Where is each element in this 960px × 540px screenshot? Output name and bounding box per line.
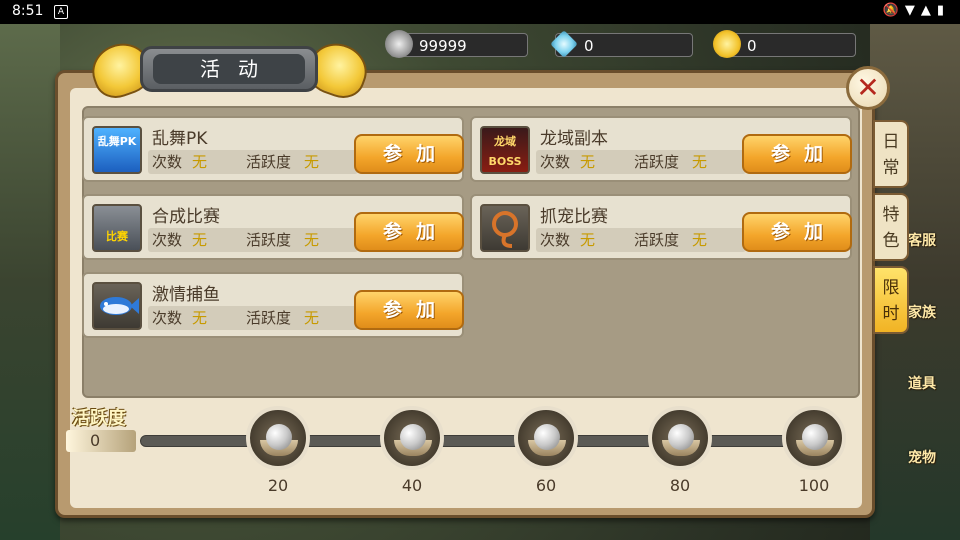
activity-points-value: 无 [692, 153, 708, 171]
diamond-icon [550, 30, 578, 58]
activity-stats: 次数 无 活跃度 无 [148, 228, 358, 252]
pearl-icon [400, 424, 426, 450]
window-title-banner: 活动 [84, 35, 375, 105]
activity-stats: 次数 无 活跃度 无 [536, 228, 746, 252]
activity-points-label: 活跃度 [246, 231, 292, 249]
activity-points-label: 活跃度 [634, 153, 680, 171]
dragon-boss-icon: 龙域BOSS [480, 126, 530, 174]
tab-daily[interactable]: 日常 [873, 120, 909, 188]
reward-chest-40[interactable] [380, 406, 444, 470]
silver-amount: 99999 [419, 37, 467, 55]
pearl-icon [802, 424, 828, 450]
activity-points-total-value: 0 [90, 431, 101, 450]
synthesis-contest-icon: 比赛 [92, 204, 142, 252]
window-title: 活动 [153, 54, 305, 84]
join-button[interactable]: 参加 [354, 134, 464, 174]
game-background-left [0, 24, 60, 540]
activity-card-chaos-pk: 乱舞PK 乱舞PK 次数 无 活跃度 无 参加 [82, 116, 464, 182]
activity-points-value: 无 [692, 231, 708, 249]
diamond-amount: 0 [584, 37, 594, 55]
pearl-icon [668, 424, 694, 450]
gold-coin-icon [713, 30, 741, 58]
chaos-pk-icon: 乱舞PK [92, 126, 142, 174]
count-label: 次数 [152, 231, 183, 249]
count-label: 次数 [152, 153, 183, 171]
reward-chest-60[interactable] [514, 406, 578, 470]
activity-card-synthesis-contest: 比赛 合成比赛 次数 无 活跃度 无 参加 [82, 194, 464, 260]
activity-stats: 次数 无 活跃度 无 [536, 150, 746, 174]
activity-points-label: 活跃度 [246, 309, 292, 327]
diamond-currency: 0 [550, 30, 693, 58]
activity-name: 龙域副本 [540, 129, 608, 149]
count-value: 无 [580, 153, 596, 171]
gold-currency: 0 [713, 30, 856, 58]
count-label: 次数 [540, 231, 571, 249]
title-plate: 活动 [140, 46, 318, 92]
gold-amount: 0 [747, 37, 757, 55]
count-label: 次数 [540, 153, 571, 171]
join-button[interactable]: 参加 [354, 212, 464, 252]
count-value: 无 [580, 231, 596, 249]
activity-name: 抓宠比赛 [540, 207, 608, 227]
milestone-label: 100 [798, 476, 830, 495]
tab-limited-time[interactable]: 限时 [873, 266, 909, 334]
status-icons: 🔕▼▲▮ [882, 3, 950, 18]
pearl-icon [266, 424, 292, 450]
reward-chest-20[interactable] [246, 406, 310, 470]
count-label: 次数 [152, 309, 183, 327]
activity-points-value: 无 [304, 309, 320, 327]
join-button[interactable]: 参加 [354, 290, 464, 330]
count-value: 无 [192, 231, 208, 249]
milestone-label: 40 [401, 476, 423, 495]
activity-progress-bar [140, 435, 816, 447]
fish-icon [92, 282, 142, 330]
count-value: 无 [192, 309, 208, 327]
activity-points-title: 活跃度 [72, 408, 126, 429]
close-button[interactable]: ✕ [846, 66, 890, 110]
pearl-icon [534, 424, 560, 450]
rope-lasso-icon [480, 204, 530, 252]
milestone-label: 60 [535, 476, 557, 495]
tab-featured[interactable]: 特色 [873, 193, 909, 261]
status-time: 8:51 [12, 3, 44, 19]
bg-label-pets: 宠物 [908, 450, 936, 466]
activity-card-dragon-dungeon: 龙域BOSS 龙域副本 次数 无 活跃度 无 参加 [470, 116, 852, 182]
activity-points-total: 0 [66, 430, 136, 452]
notification-app-icon: A [54, 5, 68, 19]
reward-chest-100[interactable] [782, 406, 846, 470]
activity-points-value: 无 [304, 231, 320, 249]
bg-label-service: 客服 [908, 233, 936, 249]
bg-label-family: 家族 [908, 305, 936, 321]
activity-points-label: 活跃度 [246, 153, 292, 171]
bg-label-items: 道具 [908, 376, 936, 392]
activity-stats: 次数 无 活跃度 无 [148, 306, 358, 330]
milestone-label: 20 [267, 476, 289, 495]
silver-coin-icon [385, 30, 413, 58]
activity-points-label: 活跃度 [634, 231, 680, 249]
activity-card-fishing: 激情捕鱼 次数 无 活跃度 无 参加 [82, 272, 464, 338]
reward-chest-80[interactable] [648, 406, 712, 470]
milestone-label: 80 [669, 476, 691, 495]
activity-name: 乱舞PK [152, 129, 208, 149]
silver-currency: 99999 [385, 30, 528, 58]
activity-card-pet-catch-contest: 抓宠比赛 次数 无 活跃度 无 参加 [470, 194, 852, 260]
activity-stats: 次数 无 活跃度 无 [148, 150, 358, 174]
status-bar: 8:51 A 🔕▼▲▮ [0, 0, 960, 24]
activity-points-value: 无 [304, 153, 320, 171]
activity-name: 合成比赛 [152, 207, 220, 227]
join-button[interactable]: 参加 [742, 134, 852, 174]
activity-name: 激情捕鱼 [152, 285, 220, 305]
join-button[interactable]: 参加 [742, 212, 852, 252]
count-value: 无 [192, 153, 208, 171]
